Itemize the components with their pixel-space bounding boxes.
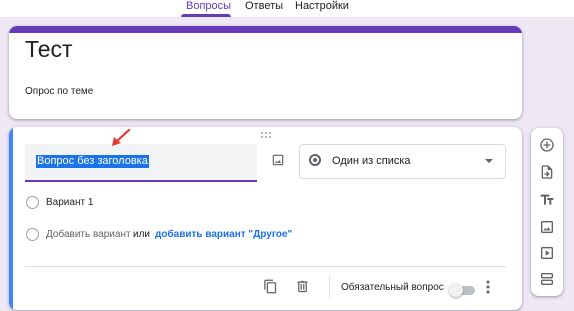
tab-settings[interactable]: Настройки (295, 0, 349, 12)
import-questions-icon[interactable] (539, 164, 555, 180)
add-image-icon[interactable] (539, 219, 555, 235)
tab-questions[interactable]: Вопросы (186, 0, 231, 12)
question-footer-divider (25, 266, 506, 267)
annotation-arrow-icon (110, 128, 132, 148)
required-label: Обязательный вопрос (341, 282, 444, 293)
question-title-text: Вопрос без заголовка (36, 155, 149, 168)
title-card-accent-bar (9, 26, 522, 33)
question-title-input[interactable]: Вопрос без заголовка (25, 144, 257, 182)
add-option-input[interactable]: Добавить вариант (46, 229, 131, 240)
or-label: или (133, 229, 151, 240)
add-option-radio (26, 228, 39, 241)
add-video-icon[interactable] (539, 245, 555, 261)
add-section-icon[interactable] (539, 271, 555, 287)
more-options-icon[interactable] (485, 280, 491, 294)
form-description[interactable]: Опрос по теме (25, 86, 93, 97)
form-title[interactable]: Тест (25, 36, 73, 62)
tab-responses[interactable]: Ответы (245, 0, 283, 12)
form-title-card[interactable]: Тест Опрос по теме (9, 26, 522, 119)
question-type-select[interactable]: Один из списка (299, 144, 506, 179)
floating-toolbar (531, 128, 563, 296)
chevron-down-icon (485, 159, 493, 163)
tab-bar: Вопросы Ответы Настройки (0, 0, 574, 17)
add-question-icon[interactable] (539, 137, 555, 153)
option-radio (26, 196, 39, 209)
delete-icon[interactable] (295, 279, 310, 294)
required-toggle-knob[interactable] (449, 283, 463, 297)
add-title-icon[interactable] (539, 192, 555, 208)
duplicate-icon[interactable] (263, 279, 278, 294)
radio-button-icon (309, 154, 321, 166)
question-type-label: Один из списка (332, 155, 411, 167)
option-1-input[interactable]: Вариант 1 (46, 197, 93, 208)
add-other-option-link[interactable]: добавить вариант "Другое" (155, 229, 292, 240)
active-tab-indicator (181, 14, 231, 17)
active-question-bar (9, 127, 13, 310)
footer-vertical-divider (329, 276, 330, 298)
question-card[interactable]: Вопрос без заголовка Один из списка Вари… (9, 127, 522, 310)
add-image-to-question-icon[interactable] (271, 153, 285, 167)
drag-handle-icon[interactable] (261, 132, 273, 138)
